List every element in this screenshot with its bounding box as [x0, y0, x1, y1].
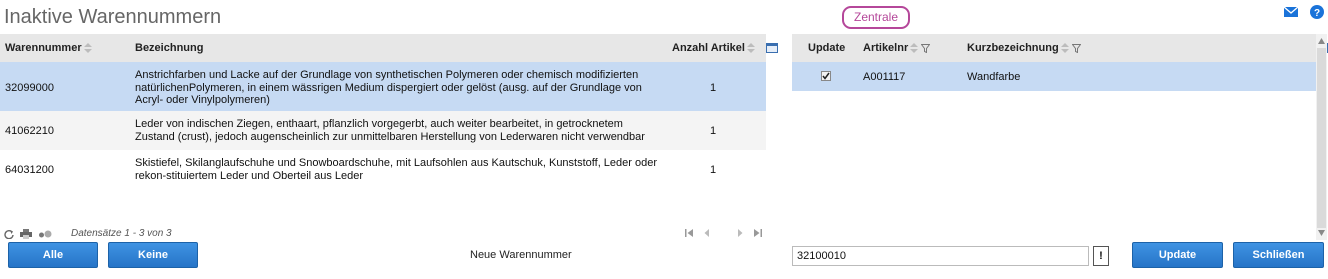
select-none-button[interactable]: Keine: [108, 242, 198, 268]
right-grid-scrollbar[interactable]: [1316, 34, 1327, 240]
refresh-icon[interactable]: [4, 229, 14, 240]
svg-text:?: ?: [1314, 8, 1320, 19]
col-header-anzahl-artikel[interactable]: Anzahl Artikel: [672, 34, 755, 62]
row-description: Skistiefel, Skilanglaufschuhe und Snowbo…: [135, 157, 658, 182]
sort-icon[interactable]: [910, 43, 919, 54]
next-page-icon[interactable]: [737, 229, 743, 237]
column-config-icon[interactable]: [766, 43, 778, 53]
toggle-icon[interactable]: [38, 229, 52, 239]
update-checkbox[interactable]: [821, 71, 831, 81]
prev-page-icon[interactable]: [704, 229, 710, 237]
new-number-label: Neue Warennummer: [470, 249, 572, 261]
first-page-icon[interactable]: [685, 229, 694, 237]
table-row[interactable]: 64031200 Skistiefel, Skilanglaufschuhe u…: [0, 150, 766, 189]
table-row[interactable]: 41062210 Leder von indischen Ziegen, ent…: [0, 111, 766, 150]
row-article-no: A001117: [863, 71, 906, 83]
last-page-icon[interactable]: [753, 229, 762, 237]
col-header-update[interactable]: Update: [808, 34, 845, 62]
sort-icon[interactable]: [1060, 43, 1069, 54]
row-short-desc: Wandfarbe: [967, 71, 1021, 83]
filter-icon[interactable]: [921, 43, 931, 53]
row-number: 64031200: [5, 164, 54, 176]
pager-tools: [4, 229, 55, 240]
scroll-down-icon[interactable]: [1318, 230, 1325, 236]
row-description: Leder von indischen Ziegen, enthaart, pf…: [135, 118, 645, 143]
zentrale-button[interactable]: Zentrale: [842, 6, 910, 29]
col-header-kurzbezeichnung[interactable]: Kurzbezeichnung: [967, 34, 1081, 62]
print-icon[interactable]: [20, 229, 33, 239]
table-row[interactable]: 32099000 Anstrichfarben und Lacke auf de…: [0, 62, 766, 111]
row-count: 1: [709, 82, 717, 94]
row-description: Anstrichfarben und Lacke auf der Grundla…: [135, 69, 642, 106]
left-grid-header: Warennummer Bezeichnung Anzahl Artikel: [0, 34, 778, 62]
sort-icon[interactable]: [746, 43, 755, 54]
new-number-input[interactable]: [792, 246, 1089, 266]
mail-icon[interactable]: [1284, 5, 1298, 19]
exclamation-button[interactable]: !: [1093, 246, 1109, 266]
scroll-up-icon[interactable]: [1318, 38, 1325, 44]
col-header-artikelnr[interactable]: Artikelnr: [863, 34, 931, 62]
filter-icon[interactable]: [1071, 43, 1081, 53]
select-all-button[interactable]: Alle: [8, 242, 98, 268]
records-count: Datensätze 1 - 3 von 3: [71, 228, 172, 239]
table-row[interactable]: A001117 Wandfarbe: [792, 62, 1316, 91]
col-header-warennummer[interactable]: Warennummer: [5, 34, 92, 62]
row-count: 1: [709, 125, 717, 137]
row-count: 1: [709, 164, 717, 176]
right-grid-header: Update Artikelnr Kurzbezeichnung: [792, 34, 1328, 62]
sort-icon[interactable]: [83, 43, 92, 54]
close-button[interactable]: Schließen: [1233, 242, 1324, 268]
scrollbar-thumb[interactable]: [1317, 48, 1326, 228]
row-number: 41062210: [5, 125, 54, 137]
update-button[interactable]: Update: [1132, 242, 1223, 268]
checkmark-icon: [822, 72, 830, 80]
help-icon[interactable]: ?: [1310, 5, 1324, 19]
col-header-bezeichnung[interactable]: Bezeichnung: [135, 34, 203, 62]
row-number: 32099000: [5, 82, 54, 94]
page-title: Inaktive Warennummern: [4, 6, 222, 28]
